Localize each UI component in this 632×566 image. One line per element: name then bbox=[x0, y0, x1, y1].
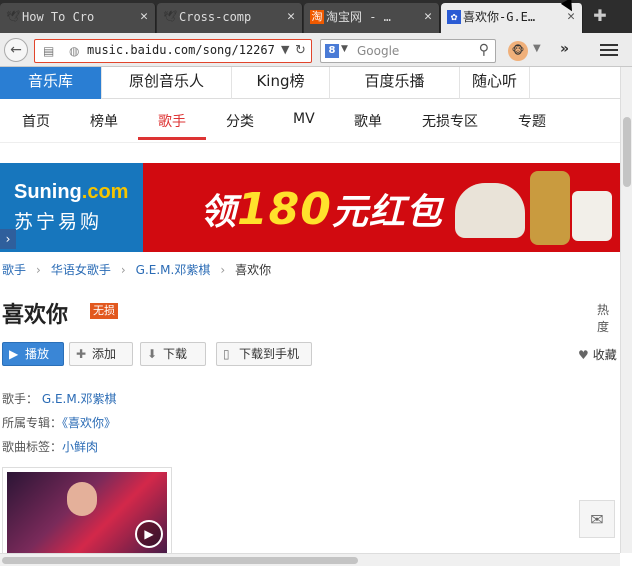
topnav-random-listen[interactable]: 随心听 bbox=[460, 67, 530, 99]
chevron-right-icon: › bbox=[220, 263, 226, 277]
addon-dropdown-icon[interactable]: ▼ bbox=[533, 43, 541, 54]
topnav-music-library[interactable]: 音乐库 bbox=[0, 67, 102, 99]
album-cover-image: ▶ bbox=[7, 472, 167, 553]
subnav-lossless[interactable]: 无损专区 bbox=[422, 111, 478, 131]
lossless-badge: 无损 bbox=[90, 303, 118, 319]
subnav-categories[interactable]: 分类 bbox=[226, 111, 254, 131]
album-cover[interactable]: ▶ bbox=[2, 467, 172, 553]
breadcrumb-artists[interactable]: 歌手 bbox=[2, 263, 26, 277]
tab-title: 喜欢你-G.E… bbox=[463, 10, 536, 24]
favorite-button[interactable]: ♥ 收藏 bbox=[578, 346, 617, 363]
product-image bbox=[530, 171, 570, 245]
download-icon: ⬇ bbox=[147, 347, 158, 361]
paw-icon: ✿ bbox=[447, 10, 461, 24]
browser-tab-4-active[interactable]: ✿ 喜欢你-G.E… ✕ bbox=[441, 3, 583, 33]
sub-navigation: 首页 榜单 歌手 分类 MV 歌单 无损专区 专题 bbox=[0, 99, 620, 143]
subnav-home[interactable]: 首页 bbox=[22, 111, 50, 131]
mail-icon[interactable]: ✉ bbox=[579, 500, 615, 538]
chevron-right-icon: › bbox=[120, 263, 126, 277]
browser-tab-2[interactable]: 🕊 Cross-comp ✕ bbox=[157, 3, 303, 33]
add-button[interactable]: ✚ 添加 bbox=[69, 342, 133, 366]
artist-link[interactable]: G.E.M.邓紫棋 bbox=[42, 392, 117, 406]
close-tab-icon[interactable]: ✕ bbox=[140, 3, 148, 31]
plus-icon: ✚ bbox=[76, 347, 87, 361]
reload-icon[interactable]: ↻ bbox=[295, 43, 306, 58]
search-bar[interactable]: 8 ▼ Google ⚲ bbox=[320, 39, 496, 63]
download-to-phone-button[interactable]: ▯ 下载到手机 bbox=[216, 342, 312, 366]
vertical-scrollbar[interactable] bbox=[620, 67, 632, 553]
tab-title: How To Cro bbox=[22, 10, 95, 24]
grid-icon[interactable]: ▤ bbox=[43, 44, 54, 58]
subnav-playlists[interactable]: 歌单 bbox=[354, 111, 382, 131]
subnav-mv[interactable]: MV bbox=[293, 111, 315, 127]
bird-icon: 🕊 bbox=[6, 10, 20, 23]
album-label: 所属专辑： bbox=[2, 416, 63, 430]
top-navigation: 音乐库 原创音乐人 King榜 百度乐播 随心听 bbox=[0, 67, 620, 99]
download-button[interactable]: ⬇ 下载 bbox=[140, 342, 206, 366]
artist-info: 歌手： G.E.M.邓紫棋 bbox=[2, 390, 117, 407]
phone-icon: ▯ bbox=[223, 347, 230, 361]
chevron-right-icon: › bbox=[36, 263, 41, 277]
product-image bbox=[455, 183, 525, 238]
heart-icon: ♥ bbox=[578, 348, 589, 362]
new-tab-icon[interactable]: ✚ bbox=[590, 6, 610, 26]
breadcrumb-gem[interactable]: G.E.M.邓紫棋 bbox=[136, 263, 211, 277]
addon-monkey-icon[interactable]: 🐵 bbox=[508, 41, 528, 61]
subnav-artists[interactable]: 歌手 bbox=[158, 111, 186, 131]
play-button[interactable]: ▶ 播放 bbox=[2, 342, 64, 366]
browser-tab-1[interactable]: 🕊 How To Cro ✕ bbox=[0, 3, 156, 33]
breadcrumb-female-singers[interactable]: 华语女歌手 bbox=[51, 263, 111, 277]
product-image bbox=[572, 191, 612, 241]
banner-promo-text: 领180元红包 bbox=[200, 184, 443, 235]
topnav-king-chart[interactable]: King榜 bbox=[232, 67, 330, 99]
breadcrumb-current: 喜欢你 bbox=[235, 263, 272, 277]
banner-next-arrow-icon[interactable]: › bbox=[0, 229, 16, 249]
ad-banner[interactable]: Suning.com 苏宁易购 › 领180元红包 bbox=[0, 163, 620, 252]
search-placeholder: Google bbox=[357, 44, 400, 58]
bird-icon: 🕊 bbox=[163, 10, 177, 23]
google-engine-icon[interactable]: 8 bbox=[325, 44, 339, 58]
url-dropdown-icon[interactable]: ▼ bbox=[281, 43, 289, 56]
suning-logo-text: Suning.com bbox=[14, 181, 129, 203]
tag-link[interactable]: 小鲜肉 bbox=[62, 440, 98, 454]
page-content: 音乐库 原创音乐人 King榜 百度乐播 随心听 首页 榜单 歌手 分类 MV … bbox=[0, 67, 620, 553]
play-icon: ▶ bbox=[9, 347, 19, 361]
tag-info: 歌曲标签：小鲜肉 bbox=[2, 438, 98, 455]
url-text[interactable]: music.baidu.com/song/12267 bbox=[87, 43, 277, 57]
subnav-active-indicator bbox=[138, 137, 206, 140]
tags-label: 歌曲标签： bbox=[2, 440, 63, 454]
engine-dropdown-icon[interactable]: ▼ bbox=[341, 44, 348, 54]
subnav-charts[interactable]: 榜单 bbox=[90, 111, 118, 131]
overflow-chevron-icon[interactable]: » bbox=[560, 41, 569, 57]
breadcrumb: 歌手 › 华语女歌手 › G.E.M.邓紫棋 › 喜欢你 bbox=[2, 261, 271, 278]
back-arrow-icon[interactable]: ← bbox=[4, 38, 28, 62]
popularity-label: 热度 bbox=[597, 303, 610, 334]
artist-label: 歌手： bbox=[2, 392, 39, 406]
close-tab-icon[interactable]: ✕ bbox=[287, 3, 295, 31]
search-icon[interactable]: ⚲ bbox=[479, 42, 489, 58]
song-title: 喜欢你 bbox=[2, 303, 69, 328]
suning-logo-panel: Suning.com 苏宁易购 bbox=[0, 163, 143, 252]
address-bar[interactable]: ▤ ◍ music.baidu.com/song/12267 ▼ ↻ bbox=[34, 39, 312, 63]
globe-icon: ◍ bbox=[69, 44, 80, 58]
taobao-icon: 淘 bbox=[310, 10, 324, 24]
topnav-baidu-lebo[interactable]: 百度乐播 bbox=[330, 67, 460, 99]
album-link[interactable]: 《喜欢你》 bbox=[62, 416, 116, 430]
subnav-topics[interactable]: 专题 bbox=[518, 111, 546, 131]
album-info: 所属专辑：《喜欢你》 bbox=[2, 414, 116, 431]
tab-bar: 🕊 How To Cro ✕ 🕊 Cross-comp ✕ 淘 淘宝网 - … … bbox=[0, 0, 632, 33]
horizontal-scroll-thumb[interactable] bbox=[2, 557, 358, 564]
tab-title: Cross-comp bbox=[179, 10, 252, 24]
navigation-toolbar: ← ▤ ◍ music.baidu.com/song/12267 ▼ ↻ 8 ▼… bbox=[0, 33, 632, 67]
close-tab-icon[interactable]: ✕ bbox=[424, 3, 432, 31]
suning-cn-name: 苏宁易购 bbox=[14, 211, 103, 233]
browser-tab-3[interactable]: 淘 淘宝网 - … ✕ bbox=[304, 3, 440, 33]
vertical-scroll-thumb[interactable] bbox=[623, 117, 631, 187]
tab-title: 淘宝网 - … bbox=[326, 10, 391, 24]
hamburger-menu-icon[interactable] bbox=[600, 41, 618, 59]
topnav-original-artists[interactable]: 原创音乐人 bbox=[102, 67, 232, 99]
horizontal-scrollbar[interactable] bbox=[0, 553, 620, 566]
artist-photo bbox=[67, 482, 97, 516]
play-circle-icon[interactable]: ▶ bbox=[135, 520, 163, 548]
